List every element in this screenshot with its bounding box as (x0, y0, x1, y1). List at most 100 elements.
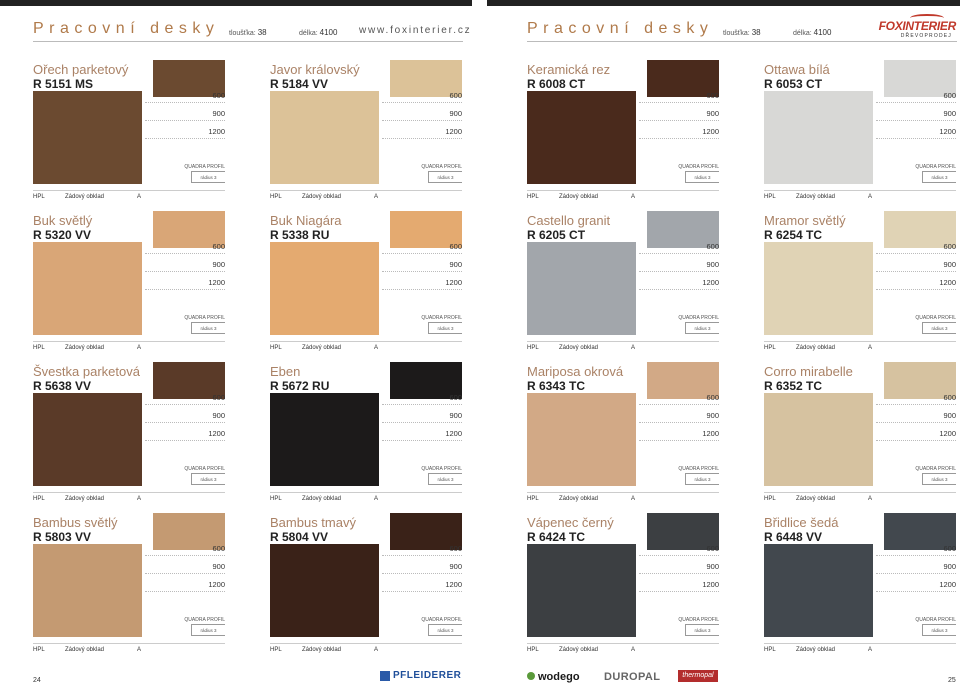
size-value: 900 (639, 562, 719, 574)
footer-item: A (631, 194, 636, 200)
profile-label: QUADRA PROFIL (915, 466, 956, 472)
product-name: Mariposa okrová (527, 364, 624, 379)
product-card[interactable]: Ottawa bílá R 6053 CT 600 900 1200 QUADRA PRO… (764, 60, 956, 208)
profile-label: QUADRA PROFIL (184, 164, 225, 170)
product-swatch-large[interactable] (270, 393, 379, 486)
footer-item: A (868, 194, 873, 200)
product-swatch-large[interactable] (764, 544, 873, 637)
product-swatch-large[interactable] (33, 544, 142, 637)
size-value: 1200 (145, 127, 225, 139)
size-value: 1200 (639, 127, 719, 139)
footer-item: HPL (764, 345, 776, 351)
product-footer: HPL Zádový obklad A (527, 341, 719, 353)
product-swatch-large[interactable] (527, 91, 636, 184)
size-value: 1200 (382, 127, 462, 139)
product-footer: HPL Zádový obklad A (764, 643, 956, 655)
footer-item: HPL (527, 345, 539, 351)
product-card[interactable]: Buk Niagára R 5338 RU 600 900 1200 QUADRA PRO… (270, 211, 462, 359)
footer-item: HPL (764, 647, 776, 653)
size-value: 1200 (382, 278, 462, 290)
product-swatch-large[interactable] (33, 91, 142, 184)
product-card[interactable]: Mariposa okrová R 6343 TC 600 900 1200 QUADRA… (527, 362, 719, 510)
profile-label: QUADRA PROFIL (184, 617, 225, 623)
product-swatch-large[interactable] (527, 393, 636, 486)
product-name: Bambus světlý (33, 515, 118, 530)
profile-radius-diagram: rádius 3 (922, 624, 956, 636)
product-swatch-large[interactable] (33, 242, 142, 335)
footer-item: Zádový obklad (559, 194, 599, 200)
footer-item: Zádový obklad (65, 496, 105, 502)
footer-item: A (137, 496, 142, 502)
profile-radius-diagram: rádius 3 (191, 624, 225, 636)
footer-item: HPL (33, 647, 45, 653)
wodego-leaf-icon (527, 672, 535, 680)
product-card[interactable]: Bambus světlý R 5803 VV 600 900 1200 QUADRA P… (33, 513, 225, 661)
product-swatch-large[interactable] (527, 544, 636, 637)
footer-item: A (868, 345, 873, 351)
product-card[interactable]: Javor královský R 5184 VV 600 900 1200 QUADRA… (270, 60, 462, 208)
profile-label: QUADRA PROFIL (915, 315, 956, 321)
product-name: Keramická rez (527, 62, 611, 77)
profile-label: QUADRA PROFIL (184, 315, 225, 321)
product-card[interactable]: Mramor světlý R 6254 TC 600 900 1200 QUADRA P… (764, 211, 956, 359)
product-swatch-large[interactable] (527, 242, 636, 335)
product-footer: HPL Zádový obklad A (764, 492, 956, 504)
pfleiderer-mark-icon (380, 671, 390, 681)
profile-radius-diagram: rádius 3 (922, 171, 956, 183)
product-swatch-large[interactable] (270, 544, 379, 637)
product-code: R 5803 VV (33, 530, 92, 544)
length-info-left: délka: 4100 (299, 28, 337, 37)
product-card[interactable]: Eben R 5672 RU 600 900 1200 QUADRA PROFIL rádi… (270, 362, 462, 510)
footer-item: Zádový obklad (559, 345, 599, 351)
size-value: 900 (145, 260, 225, 272)
size-value: 900 (145, 411, 225, 423)
product-swatch-large[interactable] (764, 393, 873, 486)
product-swatch-large[interactable] (33, 393, 142, 486)
product-swatch-large[interactable] (764, 91, 873, 184)
product-card[interactable]: Švestka parketová R 5638 VV 600 900 1200 QUAD… (33, 362, 225, 510)
thickness-value: 38 (257, 28, 267, 37)
product-swatch-large[interactable] (270, 91, 379, 184)
product-swatch-large[interactable] (270, 242, 379, 335)
product-card[interactable]: Bambus tmavý R 5804 VV 600 900 1200 QUADRA PR… (270, 513, 462, 661)
website-link[interactable]: www.foxinterier.cz (359, 25, 471, 36)
product-name: Javor královský (270, 62, 360, 77)
footer-item: HPL (527, 496, 539, 502)
profile-radius-diagram: rádius 3 (685, 171, 719, 183)
logo-main-text: FOXINTERIER (878, 19, 957, 33)
size-value: 1200 (876, 580, 956, 592)
footer-item: Zádový obklad (559, 647, 599, 653)
footer-item: Zádový obklad (796, 194, 836, 200)
product-card[interactable]: Corro mirabelle R 6352 TC 600 900 1200 QUADRA… (764, 362, 956, 510)
product-name: Vápenec černý (527, 515, 614, 530)
size-value: 1200 (382, 580, 462, 592)
product-footer: HPL Zádový obklad A (527, 492, 719, 504)
top-bar-left (0, 0, 472, 6)
product-name: Břidlice šedá (764, 515, 839, 530)
foxinterier-logo: FOXINTERIER DŘEVOPRODEJ (878, 14, 958, 40)
product-code: R 6254 TC (764, 228, 823, 242)
footer-item: HPL (764, 194, 776, 200)
product-name: Švestka parketová (33, 364, 140, 379)
footer-item: Zádový obklad (302, 345, 342, 351)
product-card[interactable]: Ořech parketový R 5151 MS 600 900 1200 QUADRA… (33, 60, 225, 208)
product-card[interactable]: Keramická rez R 6008 CT 600 900 1200 QUADRA P… (527, 60, 719, 208)
size-value: 600 (876, 544, 956, 556)
length-value: 4100 (813, 28, 832, 37)
pfleiderer-text: PFLEIDERER (393, 670, 462, 681)
footer-item: A (137, 345, 142, 351)
product-card[interactable]: Castello granit R 6205 CT 600 900 1200 QUADRA… (527, 211, 719, 359)
product-footer: HPL Zádový obklad A (527, 643, 719, 655)
product-name: Ořech parketový (33, 62, 129, 77)
size-value: 600 (382, 544, 462, 556)
duropal-logo: DUROPAL (604, 671, 661, 683)
product-card[interactable]: Břidlice šedá R 6448 VV 600 900 1200 QUADRA P… (764, 513, 956, 661)
product-card[interactable]: Vápenec černý R 6424 TC 600 900 1200 QUADRA P… (527, 513, 719, 661)
product-code: R 6053 CT (764, 77, 823, 91)
product-card[interactable]: Buk světlý R 5320 VV 600 900 1200 QUADRA PROF… (33, 211, 225, 359)
profile-label: QUADRA PROFIL (421, 315, 462, 321)
size-value: 1200 (145, 580, 225, 592)
profile-label: QUADRA PROFIL (678, 466, 719, 472)
product-swatch-large[interactable] (764, 242, 873, 335)
footer-item: HPL (527, 647, 539, 653)
